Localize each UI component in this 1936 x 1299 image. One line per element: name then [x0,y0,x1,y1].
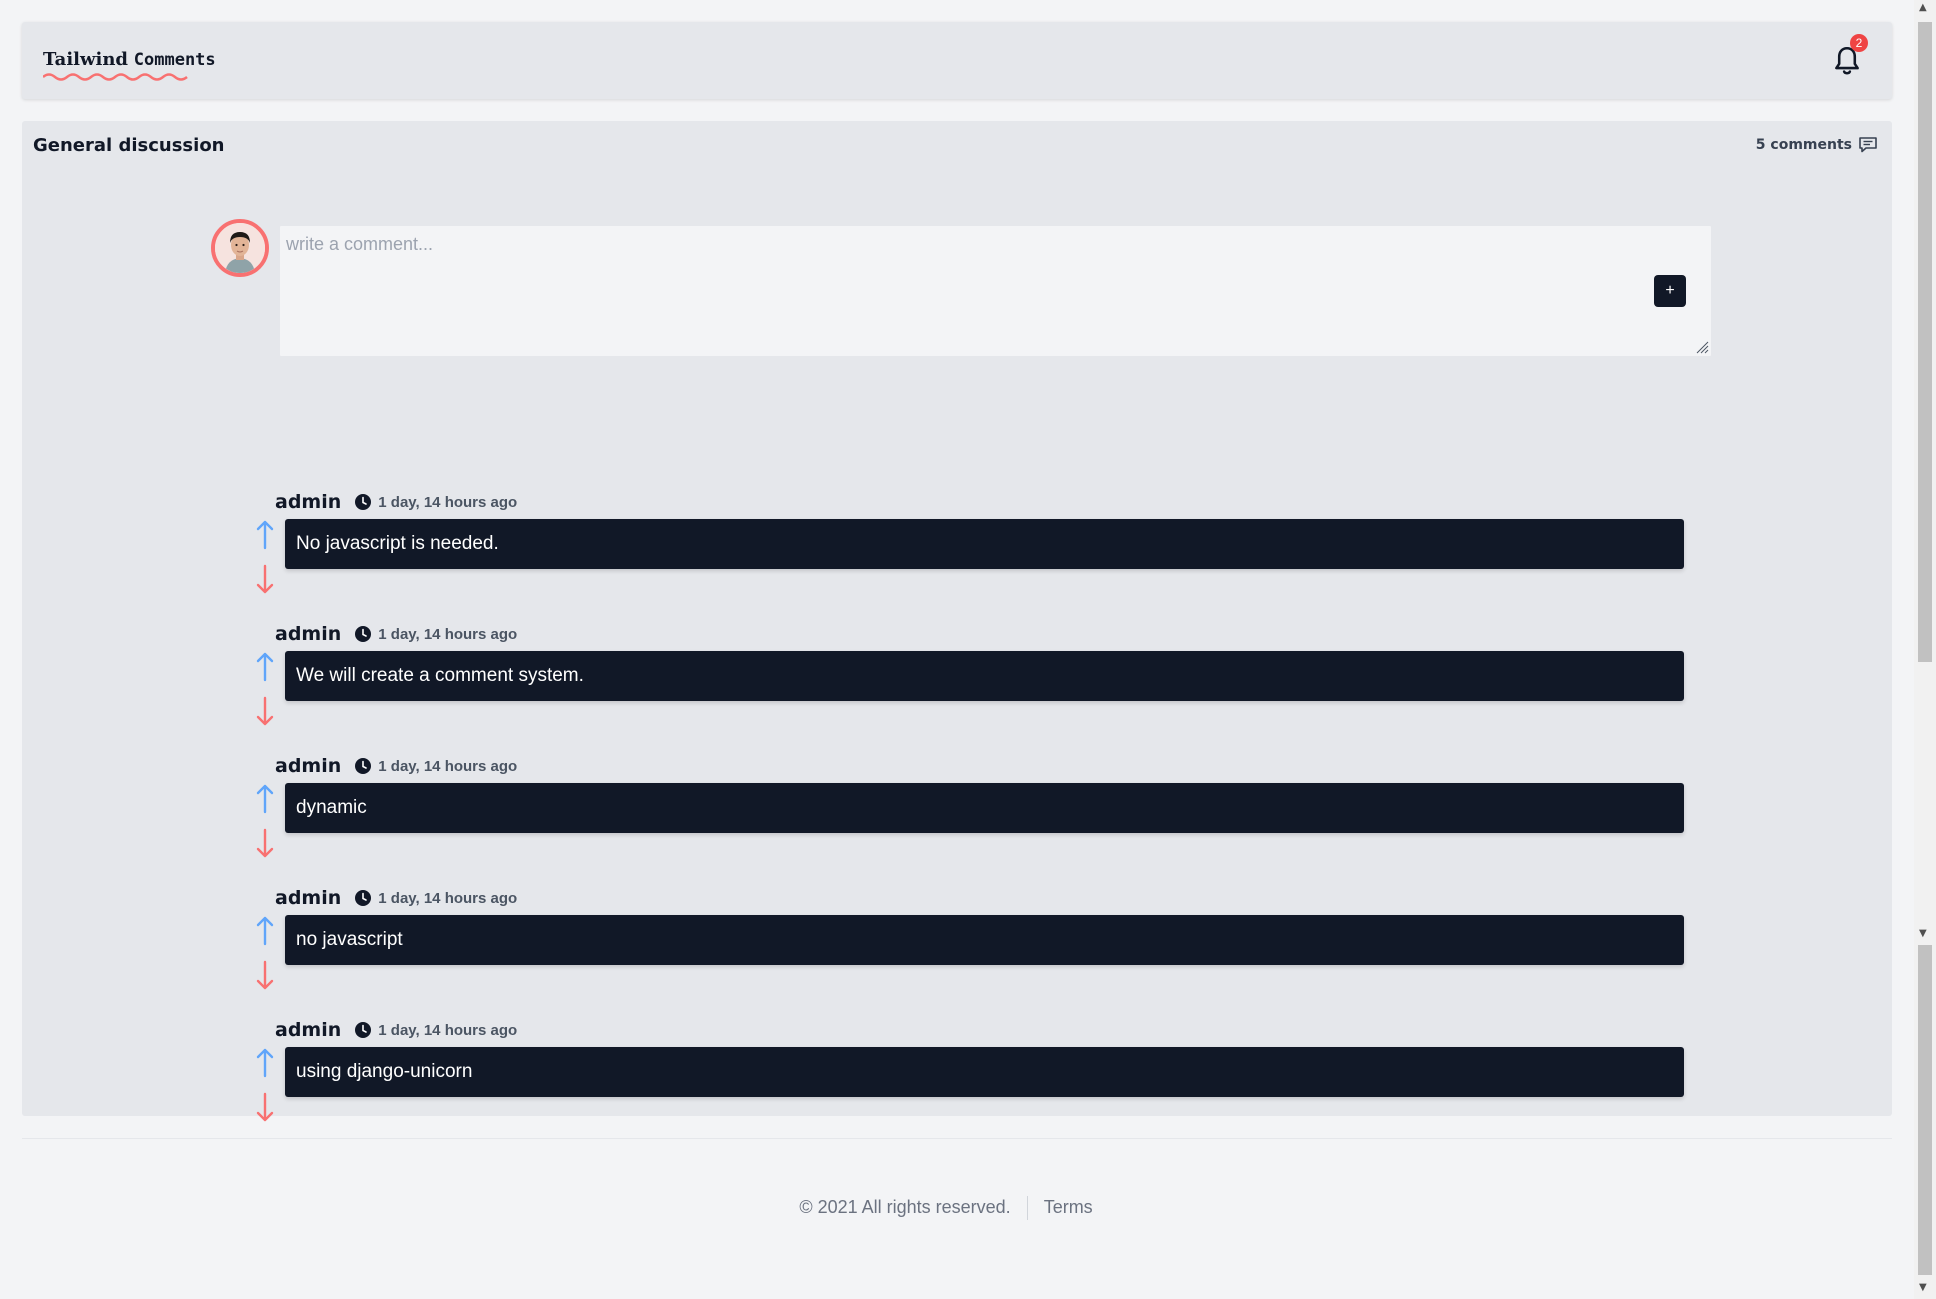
comment-input[interactable] [280,226,1711,356]
comment-item: admin 1 day, 14 hours ago We will create… [252,622,1712,747]
clock-icon [355,758,372,774]
arrow-up-icon[interactable] [256,784,274,814]
add-comment-button[interactable]: + [1654,275,1686,307]
arrow-up-icon[interactable] [256,916,274,946]
comment-text: No javascript is needed. [285,519,1684,569]
comment-timestamp: 1 day, 14 hours ago [378,493,518,511]
page: Tailwind Comments 2 General discussion 5… [0,0,1914,1299]
scrollbar-thumb-lower[interactable] [1918,945,1932,1275]
brand-part2: Comments [133,50,216,70]
comment-timestamp: 1 day, 14 hours ago [378,1021,518,1039]
scroll-down-icon[interactable]: ▼ [1919,928,1927,939]
copyright-text: © 2021 All rights reserved. [799,1196,1011,1217]
resize-handle-icon[interactable] [1695,340,1709,354]
notification-badge: 2 [1850,34,1868,52]
comment-count-label: 5 comments [1755,137,1852,153]
clock-icon [355,626,372,642]
comment-timestamp: 1 day, 14 hours ago [378,757,518,775]
comment-author: admin [275,887,342,909]
brand-squiggle-underline [43,73,188,81]
arrow-up-icon[interactable] [256,1048,274,1078]
scroll-up-icon[interactable]: ▲ [1919,2,1927,13]
comment-text: We will create a comment system. [285,651,1684,701]
arrow-down-icon[interactable] [256,1092,274,1122]
user-avatar [211,219,269,277]
brand-logo[interactable]: Tailwind Comments [43,49,216,70]
arrow-down-icon[interactable] [256,828,274,858]
footer-separator [1026,1196,1028,1220]
comment-item: admin 1 day, 14 hours ago using django-u… [252,1018,1712,1143]
footer: © 2021 All rights reserved. Terms [0,1196,1892,1220]
page-scrollbar[interactable]: ▲ ▼ ▼ [1914,0,1936,1299]
terms-link[interactable]: Terms [1044,1197,1093,1217]
arrow-up-icon[interactable] [256,520,274,550]
comment-form: + [279,225,1712,357]
comment-text: using django-unicorn [285,1047,1684,1097]
comment-item: admin 1 day, 14 hours ago No javascript … [252,490,1712,615]
discussion-panel: General discussion 5 comments write a co… [22,121,1892,1122]
comment-item: admin 1 day, 14 hours ago no javascript [252,886,1712,1011]
clock-icon [355,494,372,510]
comment-timestamp: 1 day, 14 hours ago [378,889,518,907]
scroll-down-icon[interactable]: ▼ [1919,1282,1927,1293]
comment-author: admin [275,1019,342,1041]
comment-author: admin [275,491,342,513]
arrow-down-icon[interactable] [256,564,274,594]
clock-icon [355,890,372,906]
arrow-up-icon[interactable] [256,652,274,682]
comment-text: no javascript [285,915,1684,965]
comment-text: dynamic [285,783,1684,833]
comment-item: admin 1 day, 14 hours ago dynamic [252,754,1712,879]
brand-part1: Tailwind [43,49,129,70]
footer-divider [22,1138,1892,1139]
comment-author: admin [275,755,342,777]
arrow-down-icon[interactable] [256,696,274,726]
arrow-down-icon[interactable] [256,960,274,990]
comment-author: admin [275,623,342,645]
chat-bubble-icon [1859,137,1877,153]
comment-count: 5 comments [1756,136,1878,154]
comment-timestamp: 1 day, 14 hours ago [378,625,518,643]
discussion-title: General discussion [33,135,225,156]
top-navbar: Tailwind Comments 2 [22,22,1892,99]
clock-icon [355,1022,372,1038]
scrollbar-thumb[interactable] [1918,22,1932,662]
